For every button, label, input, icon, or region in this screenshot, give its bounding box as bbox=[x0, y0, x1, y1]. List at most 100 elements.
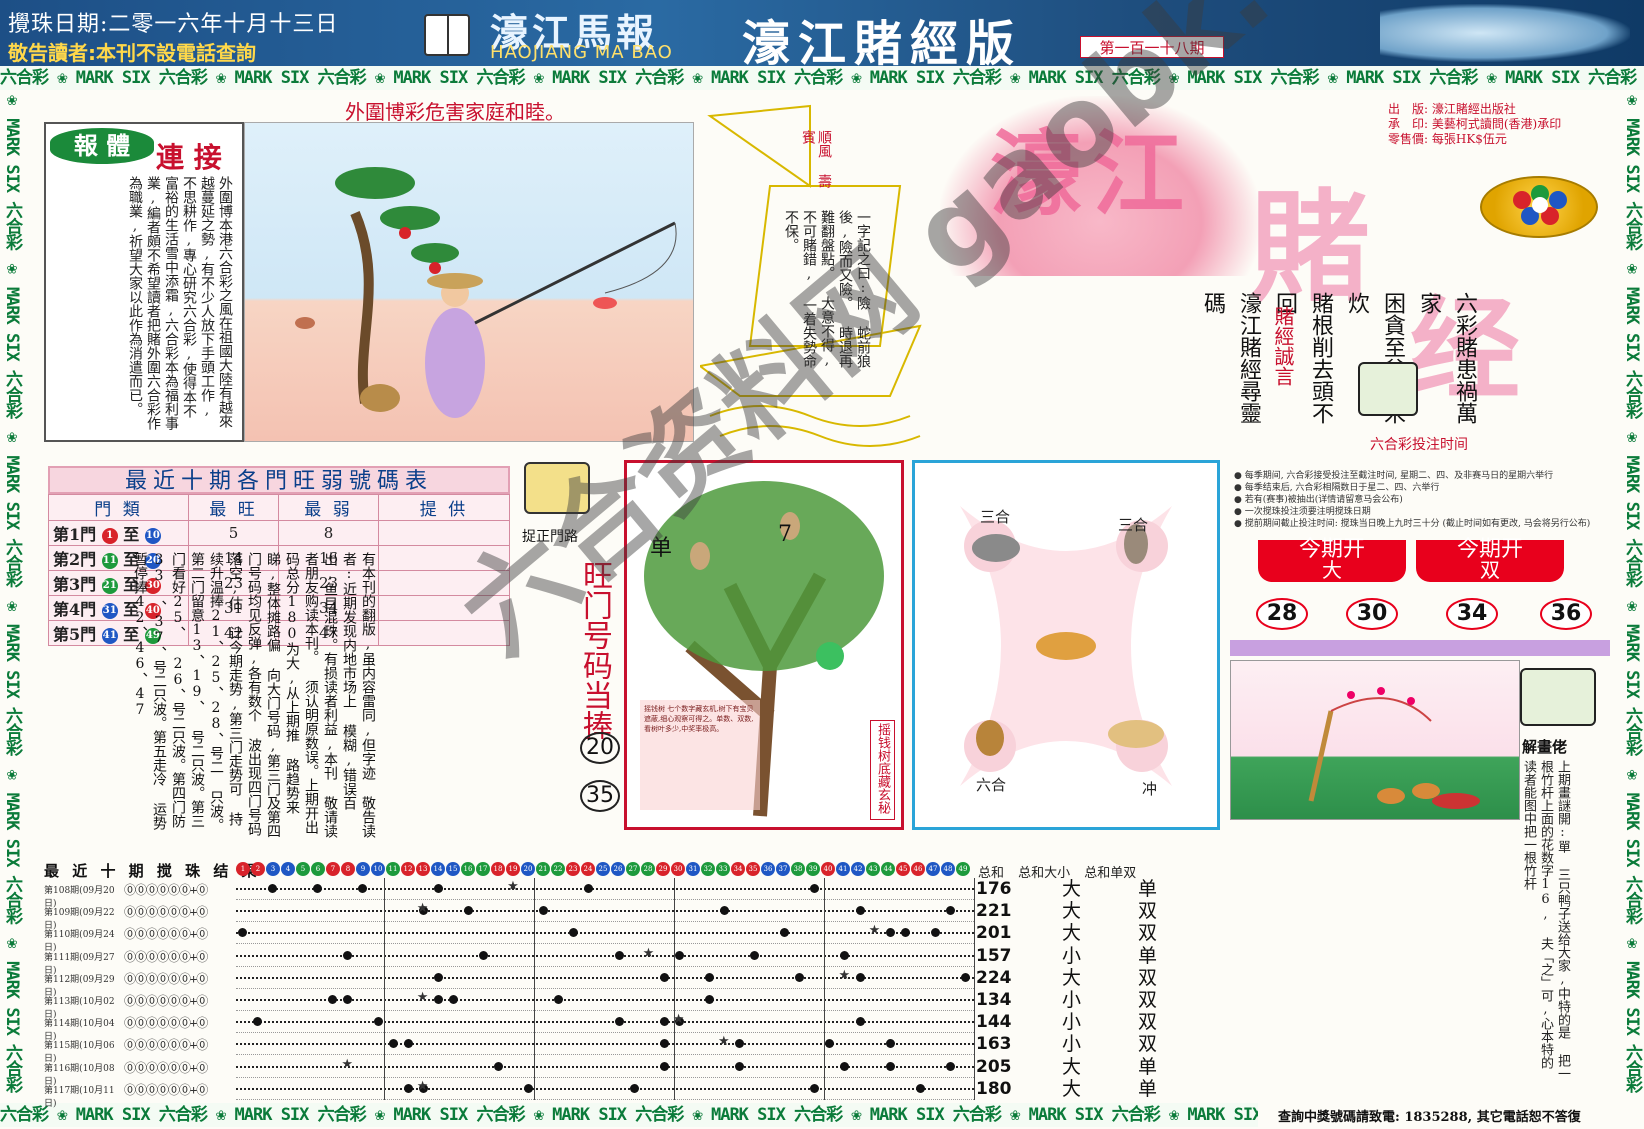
result-balls: ⓪⓪⓪⓪⓪⓪+⓪ bbox=[124, 1082, 208, 1097]
result-dot bbox=[343, 995, 353, 1004]
riddle-label: 解畫佬 bbox=[1522, 738, 1568, 756]
result-dot bbox=[855, 906, 865, 916]
result-dot bbox=[719, 906, 729, 916]
result-dot bbox=[840, 1061, 850, 1071]
hand-pointing-icon bbox=[1520, 668, 1596, 726]
number-header-ball: 8 bbox=[341, 862, 355, 876]
gate-name: 第2門 bbox=[53, 550, 97, 569]
result-dot-track: ★ bbox=[236, 967, 974, 989]
number-header-ball: 44 bbox=[881, 862, 895, 876]
brand-name-en: HAOJIANG MA BAO bbox=[490, 42, 673, 63]
number-header-ball: 31 bbox=[686, 862, 700, 876]
result-dot bbox=[433, 972, 443, 982]
special-star-icon: ★ bbox=[416, 1078, 429, 1094]
result-dot bbox=[463, 906, 473, 916]
number-header-ball: 38 bbox=[791, 862, 805, 876]
result-oe: 单 bbox=[1138, 1077, 1158, 1100]
number-header-ball: 46 bbox=[911, 862, 925, 876]
number-header-ball: 13 bbox=[416, 862, 430, 876]
special-star-icon: ★ bbox=[717, 1034, 730, 1050]
number-header-ball: 47 bbox=[926, 862, 940, 876]
number-header-ball: 20 bbox=[521, 862, 535, 876]
dot-line bbox=[236, 932, 974, 935]
number-header-ball: 27 bbox=[626, 862, 640, 876]
result-bs: 大 bbox=[1062, 966, 1082, 989]
result-bs: 大 bbox=[1062, 1055, 1082, 1078]
number-header-ball: 2 bbox=[251, 862, 265, 876]
hand-pointing-icon bbox=[1358, 362, 1418, 416]
top-banner-strip: 六合彩 ❀ MARK SIX 六合彩 ❀ MARK SIX 六合彩 ❀ MARK… bbox=[0, 66, 1644, 90]
result-dot-track: ★ bbox=[236, 1011, 974, 1034]
number-header-ball: 22 bbox=[551, 862, 565, 876]
result-dot bbox=[659, 1061, 669, 1071]
result-bs: 小 bbox=[1062, 988, 1082, 1011]
result-dot bbox=[735, 1039, 745, 1049]
result-dot-track: ★ bbox=[236, 900, 974, 923]
tree-note: 摇钱树底藏玄秘 bbox=[870, 720, 895, 820]
number-header-ball: 18 bbox=[491, 862, 505, 876]
result-dot bbox=[960, 972, 970, 982]
lottery-balls-logo bbox=[1480, 176, 1598, 238]
stat-header: 門 類 bbox=[48, 494, 189, 521]
odd-even-column: 单双双单双双双双单单 bbox=[1138, 878, 1178, 1100]
number-header-ball: 39 bbox=[806, 862, 820, 876]
number-header-ball: 24 bbox=[581, 862, 595, 876]
number-header-ball: 32 bbox=[701, 862, 715, 876]
gate-name: 第5門 bbox=[53, 625, 97, 644]
result-dot bbox=[433, 995, 443, 1004]
zodiac-label: 六合 bbox=[976, 776, 1007, 794]
result-dot bbox=[915, 1083, 925, 1093]
number-header-ball: 16 bbox=[461, 862, 475, 876]
number-header-ball: 45 bbox=[896, 862, 910, 876]
result-dot bbox=[810, 884, 820, 893]
fishing-illustration bbox=[244, 122, 694, 442]
number-header-ball: 9 bbox=[356, 862, 370, 876]
result-dot bbox=[554, 995, 564, 1004]
current-number: 36 bbox=[1540, 598, 1592, 630]
result-bs: 小 bbox=[1062, 944, 1082, 967]
number-header-ball: 34 bbox=[731, 862, 745, 876]
special-star-icon: ★ bbox=[341, 1056, 354, 1072]
result-dot bbox=[885, 928, 895, 938]
special-star-icon: ★ bbox=[416, 901, 429, 917]
result-dot bbox=[840, 950, 850, 960]
sum-column: 176 221 201 157 224 134 144 163 205 180 bbox=[976, 878, 1036, 1100]
result-dot bbox=[810, 1083, 820, 1093]
cold-cell: 8 bbox=[278, 520, 379, 546]
special-star-icon: ★ bbox=[868, 923, 881, 939]
result-dot bbox=[930, 928, 940, 938]
result-oe: 双 bbox=[1138, 1011, 1158, 1034]
number-header-ball: 6 bbox=[311, 862, 325, 876]
purple-divider bbox=[1230, 640, 1610, 656]
range-ball: 10 bbox=[144, 527, 161, 544]
zodiac-label: 三合 bbox=[1118, 516, 1149, 534]
result-row: 第117期(10月11日) ⓪⓪⓪⓪⓪⓪+⓪ ★ bbox=[44, 1078, 974, 1109]
current-big-small: 今期开 大 bbox=[1258, 539, 1406, 582]
result-dot bbox=[614, 1017, 624, 1027]
result-issue: 第117期(10月11日) bbox=[44, 1085, 115, 1109]
number-header-ball: 43 bbox=[866, 862, 880, 876]
result-dot bbox=[584, 884, 594, 893]
big-title-1: 濠江 bbox=[990, 121, 1195, 228]
result-dot bbox=[253, 1017, 263, 1027]
right-banner-strip: ❀ MARK SIX 六合彩 ❀ MARK SIX 六合彩 ❀ MARK SIX… bbox=[1622, 90, 1642, 1103]
bet-time-item: ● 每季结束后, 六合彩相隔数日于星二、四、六举行 bbox=[1234, 483, 1440, 493]
edition-title: 濠江賭經版 bbox=[742, 16, 1023, 72]
hot-cell: 5 bbox=[188, 520, 279, 546]
fishing-drawing bbox=[295, 167, 677, 418]
current-value: 大 bbox=[1322, 558, 1342, 582]
result-bs: 大 bbox=[1062, 1077, 1082, 1100]
poem: 六彩賭患禍萬家 困貪至貧無米炊 賭根削去頭不回 濠江賭經尋靈碼 bbox=[1194, 292, 1482, 442]
result-dot-track: ★ bbox=[236, 945, 974, 967]
notice-text: 敬告讀者:本刊不設電話查詢 bbox=[8, 41, 256, 65]
result-dot bbox=[659, 1017, 669, 1027]
result-row: 第112期(09月29日) ⓪⓪⓪⓪⓪⓪+⓪ ★ bbox=[44, 967, 974, 998]
dot-line bbox=[236, 888, 974, 890]
bet-time-item: ● 一次搅珠投注须要注明搅珠日期 bbox=[1234, 507, 1371, 517]
zodiac-label: 冲 bbox=[1142, 780, 1158, 798]
number-header-ball: 37 bbox=[776, 862, 790, 876]
special-star-icon: ★ bbox=[507, 879, 519, 894]
gate-name: 第4門 bbox=[53, 600, 97, 619]
result-dot-track: ★ bbox=[236, 878, 974, 900]
result-dot bbox=[388, 1039, 398, 1049]
